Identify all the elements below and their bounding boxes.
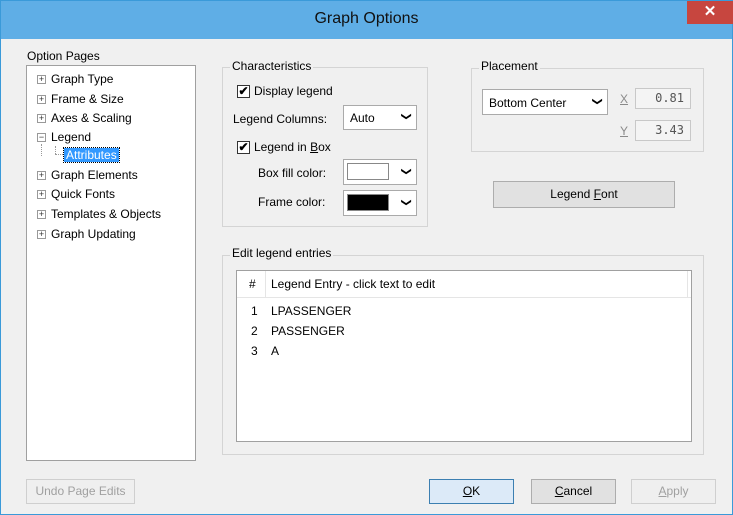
frame-color-picker[interactable]: ❯ (343, 190, 417, 216)
tree-item-label: Graph Updating (51, 227, 136, 241)
list-item[interactable]: 2 PASSENGER (237, 324, 691, 342)
edit-legend-entries-title: Edit legend entries (230, 246, 334, 260)
undo-page-edits-button[interactable]: Undo Page Edits (26, 479, 135, 504)
legend-font-button[interactable]: Legend Font (493, 181, 675, 208)
placement-value: Bottom Center (489, 96, 567, 110)
y-label: Y (620, 124, 629, 138)
row-text[interactable]: LPASSENGER (271, 304, 351, 318)
row-num: 2 (251, 324, 258, 338)
y-field[interactable]: 3.43 (635, 120, 691, 141)
chevron-down-icon: ❯ (400, 167, 412, 176)
column-divider (265, 271, 266, 297)
dialog-title: Graph Options (314, 10, 419, 27)
row-text[interactable]: A (271, 344, 279, 358)
expand-icon[interactable]: + (37, 210, 46, 219)
option-pages-label: Option Pages (27, 49, 100, 63)
row-text[interactable]: PASSENGER (271, 324, 345, 338)
list-item[interactable]: 3 A (237, 344, 691, 362)
legend-in-box-checkbox[interactable]: ✔ (237, 141, 250, 154)
legend-entries-list[interactable]: # Legend Entry - click text to edit 1 LP… (236, 270, 692, 442)
tree-item-label: Axes & Scaling (51, 111, 132, 125)
col-entry-header: Legend Entry - click text to edit (271, 277, 436, 291)
tree-item-label: Frame & Size (51, 92, 124, 106)
box-fill-swatch (347, 163, 389, 180)
col-num-header: # (249, 277, 256, 291)
display-legend-checkbox[interactable]: ✔ (237, 85, 250, 98)
tree-item-label: Templates & Objects (51, 207, 162, 221)
expand-icon[interactable]: + (37, 95, 46, 104)
tree-connector (55, 146, 57, 154)
legend-columns-label: Legend Columns: (233, 112, 328, 126)
expand-icon[interactable]: + (37, 190, 46, 199)
row-num: 1 (251, 304, 258, 318)
chevron-down-icon: ❯ (591, 97, 603, 106)
display-legend-label: Display legend (254, 84, 333, 98)
tree-connector (41, 144, 43, 156)
close-icon[interactable]: ✕ (687, 1, 733, 24)
box-fill-color-label: Box fill color: (258, 166, 327, 180)
title-bar[interactable]: Graph Options ✕ (1, 1, 733, 39)
frame-color-swatch (347, 194, 389, 211)
option-pages-tree[interactable]: + Graph Type + Frame & Size + Axes & Sca… (26, 65, 196, 461)
box-fill-color-picker[interactable]: ❯ (343, 159, 417, 185)
list-item[interactable]: 1 LPASSENGER (237, 304, 691, 322)
collapse-icon[interactable]: − (37, 133, 46, 142)
x-field[interactable]: 0.81 (635, 88, 691, 109)
row-num: 3 (251, 344, 258, 358)
expand-icon[interactable]: + (37, 230, 46, 239)
placement-title: Placement (479, 59, 540, 73)
chevron-down-icon: ❯ (400, 198, 412, 207)
graph-options-dialog: Graph Options ✕ Option Pages + Graph Typ… (0, 0, 733, 515)
cancel-button[interactable]: Cancel (531, 479, 616, 504)
chevron-down-icon: ❯ (400, 112, 412, 121)
tree-item-label: Quick Fonts (51, 187, 116, 201)
placement-select[interactable]: Bottom Center ❯ (482, 89, 608, 115)
legend-columns-value: Auto (350, 111, 375, 125)
apply-button[interactable]: Apply (631, 479, 716, 504)
expand-icon[interactable]: + (37, 75, 46, 84)
tree-item-label: Graph Elements (51, 168, 138, 182)
tree-item-label: Graph Type (51, 72, 114, 86)
list-header: # Legend Entry - click text to edit (237, 271, 691, 298)
column-divider (687, 271, 688, 297)
tree-item-attributes[interactable]: Attributes (63, 147, 120, 164)
tree-connector (55, 154, 63, 156)
x-label: X (620, 92, 629, 106)
frame-color-label: Frame color: (258, 195, 326, 209)
expand-icon[interactable]: + (37, 171, 46, 180)
legend-in-box-label: Legend in Box (254, 140, 331, 154)
expand-icon[interactable]: + (37, 114, 46, 123)
characteristics-title: Characteristics (230, 59, 314, 73)
tree-item-label: Legend (51, 130, 92, 144)
ok-button[interactable]: OK (429, 479, 514, 504)
tree-item-label-selected: Attributes (63, 147, 120, 163)
legend-columns-select[interactable]: Auto ❯ (343, 105, 417, 130)
